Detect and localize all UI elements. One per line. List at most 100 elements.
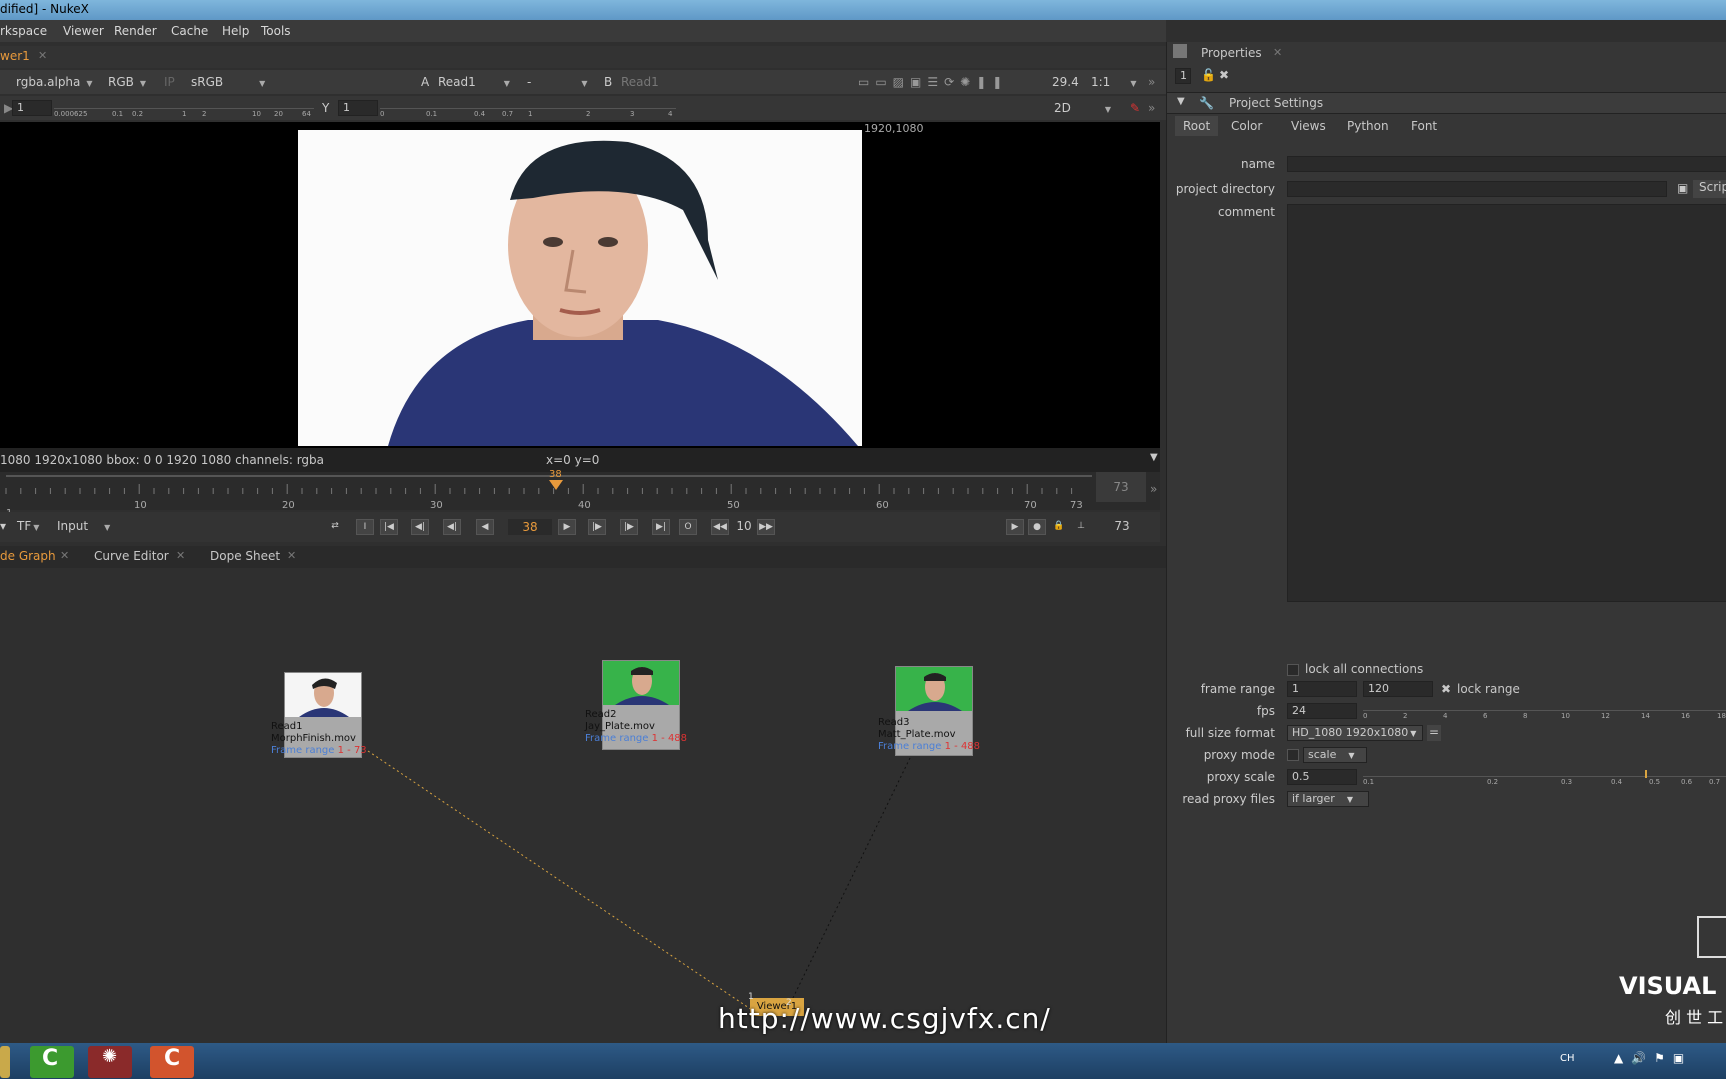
menu-help[interactable]: Help bbox=[222, 24, 249, 38]
proxy-scale-handle[interactable] bbox=[1645, 770, 1647, 778]
rgb-dropdown[interactable]: RGB ▼ bbox=[108, 70, 146, 94]
last-frame-icon[interactable]: ▶| bbox=[652, 519, 670, 535]
lock-all-checkbox[interactable] bbox=[1287, 664, 1299, 676]
frame-start-field[interactable]: 1 bbox=[1287, 681, 1357, 697]
chevron-down-icon[interactable]: » bbox=[1150, 482, 1157, 496]
proxy-mode-checkbox[interactable] bbox=[1287, 749, 1299, 761]
menu-workspace[interactable]: rkspace bbox=[0, 24, 47, 38]
read3-node[interactable]: Read3 Matt_Plate.mov Frame range 1 - 488 bbox=[878, 666, 980, 756]
close-icon[interactable]: ✕ bbox=[176, 549, 185, 562]
camtasia-icon[interactable]: C bbox=[30, 1046, 74, 1078]
brush-icon[interactable]: ✎ bbox=[1130, 96, 1140, 120]
record-icon[interactable]: ● bbox=[1028, 519, 1046, 535]
timeline[interactable]: 1 10 20 30 40 50 60 70 73 38 73 » bbox=[0, 469, 1160, 519]
tab-root[interactable]: Root bbox=[1175, 116, 1219, 136]
skip-back-icon[interactable]: ◀◀ bbox=[711, 519, 729, 535]
in-point-button[interactable]: I bbox=[356, 519, 374, 535]
menu-render[interactable]: Render bbox=[114, 24, 157, 38]
tab-dope-sheet[interactable]: Dope Sheet bbox=[210, 549, 280, 563]
play-backward-icon[interactable]: ◀ bbox=[476, 519, 494, 535]
max-panels-field[interactable]: 1 bbox=[1175, 68, 1191, 84]
close-icon[interactable]: ✕ bbox=[60, 549, 69, 562]
gain-slider[interactable] bbox=[54, 108, 314, 109]
ratio-dropdown[interactable]: 1:1 ▼ bbox=[1091, 70, 1136, 94]
tab-views[interactable]: Views bbox=[1291, 119, 1326, 133]
playhead-marker[interactable] bbox=[549, 480, 563, 490]
play-forward-icon[interactable]: ▶ bbox=[558, 519, 576, 535]
format-edit-button[interactable]: = bbox=[1427, 725, 1441, 741]
proxy-mode-dropdown[interactable]: scale ▼ bbox=[1303, 747, 1367, 763]
channels-dropdown[interactable]: rgba.alpha ▼ bbox=[16, 70, 93, 94]
proxy-scale-slider[interactable] bbox=[1363, 776, 1726, 777]
flipbook-icon[interactable]: ▶ bbox=[1006, 519, 1024, 535]
fps-slider[interactable] bbox=[1363, 710, 1726, 711]
tab-properties[interactable]: Properties bbox=[1201, 46, 1262, 60]
skip-forward-icon[interactable]: ▶▶ bbox=[757, 519, 775, 535]
tab-font[interactable]: Font bbox=[1411, 119, 1437, 133]
step-forward-icon[interactable]: |▶ bbox=[588, 519, 606, 535]
close-icon[interactable]: ✕ bbox=[287, 549, 296, 562]
chevron-down-icon[interactable]: » bbox=[1148, 70, 1155, 94]
gamma-slider[interactable] bbox=[380, 108, 676, 109]
lock-range-check-icon[interactable]: ✖ bbox=[1441, 682, 1451, 696]
folder-icon[interactable]: ▣ bbox=[1677, 181, 1688, 195]
lock-icon[interactable]: 🔓 bbox=[1201, 68, 1216, 82]
camrec-icon[interactable]: C bbox=[150, 1046, 194, 1078]
menu-viewer[interactable]: Viewer bbox=[63, 24, 104, 38]
clear-panels-icon[interactable]: ✖ bbox=[1219, 68, 1229, 82]
nuke-icon[interactable]: ✺ bbox=[88, 1046, 132, 1078]
step-back-icon[interactable]: ◀| bbox=[443, 519, 461, 535]
tf-dropdown[interactable]: TF ▼ bbox=[17, 514, 39, 538]
composite-dropdown[interactable]: - ▼ bbox=[527, 70, 588, 94]
format-dropdown[interactable]: HD_1080 1920x1080 ▼ bbox=[1287, 725, 1423, 741]
read2-node[interactable]: Read2 Jay_Plate.mov Frame range 1 - 488 bbox=[585, 660, 687, 750]
collapse-icon[interactable]: ▼ bbox=[1177, 96, 1185, 107]
end-frame-field[interactable]: 73 bbox=[1100, 519, 1144, 535]
gamma-field[interactable]: 1 bbox=[338, 100, 378, 116]
ip-button[interactable]: IP bbox=[164, 70, 175, 94]
lock-range-label: lock range bbox=[1457, 682, 1520, 696]
proxy-scale-field[interactable]: 0.5 bbox=[1287, 769, 1357, 785]
tab-viewer[interactable]: wer1 bbox=[0, 49, 30, 63]
chevron-down-icon[interactable]: ▼ bbox=[1150, 452, 1158, 463]
a-input-dropdown[interactable]: Read1 ▼ bbox=[438, 70, 510, 94]
b-input-dropdown[interactable]: Read1 bbox=[621, 70, 659, 94]
prev-key-icon[interactable]: ◀| bbox=[411, 519, 429, 535]
chevron-down-icon[interactable]: » bbox=[1148, 96, 1155, 120]
script-button[interactable]: Scrip bbox=[1693, 180, 1726, 198]
project-directory-field[interactable] bbox=[1287, 181, 1667, 197]
fps-field[interactable]: 24 bbox=[1287, 703, 1357, 719]
name-field[interactable] bbox=[1287, 156, 1726, 172]
tab-node-graph[interactable]: de Graph bbox=[0, 549, 56, 563]
language-indicator[interactable]: CH bbox=[1560, 1053, 1575, 1064]
range-icon[interactable]: ⊥ bbox=[1072, 519, 1090, 535]
tab-curve-editor[interactable]: Curve Editor bbox=[94, 549, 169, 563]
out-point-button[interactable]: O bbox=[679, 519, 697, 535]
tab-python[interactable]: Python bbox=[1347, 119, 1389, 133]
gain-field[interactable]: 1 bbox=[12, 100, 52, 116]
tray-icons[interactable]: ▲🔊⚑▣ bbox=[1614, 1051, 1692, 1065]
lut-dropdown[interactable]: sRGB ▼ bbox=[191, 70, 265, 94]
increment-field[interactable]: 10 bbox=[734, 519, 754, 535]
folder-icon[interactable] bbox=[0, 1046, 10, 1078]
fps-dropdown-arrow[interactable]: ▾ bbox=[0, 514, 6, 538]
menu-cache[interactable]: Cache bbox=[171, 24, 208, 38]
next-key-icon[interactable]: |▶ bbox=[620, 519, 638, 535]
view-mode-dropdown[interactable]: 2D ▼ bbox=[1054, 96, 1111, 120]
read1-node[interactable]: Read1 MorphFinish.mov Frame range 1 - 73 bbox=[271, 672, 367, 758]
node-graph[interactable]: Read1 MorphFinish.mov Frame range 1 - 73… bbox=[0, 568, 1166, 1043]
close-icon[interactable]: ✕ bbox=[1273, 46, 1282, 59]
menu-tools[interactable]: Tools bbox=[261, 24, 291, 38]
frame-end-field[interactable]: 120 bbox=[1363, 681, 1433, 697]
comment-field[interactable] bbox=[1287, 204, 1726, 602]
tab-color[interactable]: Color bbox=[1231, 119, 1262, 133]
panel-menu-icon[interactable] bbox=[1173, 44, 1187, 58]
viewer-icon-buttons[interactable]: ▭▭▨▣☰⟳✺❚❚ bbox=[858, 70, 1008, 94]
first-frame-icon[interactable]: |◀ bbox=[380, 519, 398, 535]
lock-icon[interactable]: 🔒 bbox=[1050, 519, 1068, 535]
current-frame-field[interactable]: 38 bbox=[508, 519, 552, 535]
read-proxy-dropdown[interactable]: if larger ▼ bbox=[1287, 791, 1369, 807]
input-dropdown[interactable]: Input ▼ bbox=[57, 514, 110, 538]
close-icon[interactable]: ✕ bbox=[38, 49, 47, 62]
loop-icon[interactable]: ⇄ bbox=[326, 519, 344, 535]
